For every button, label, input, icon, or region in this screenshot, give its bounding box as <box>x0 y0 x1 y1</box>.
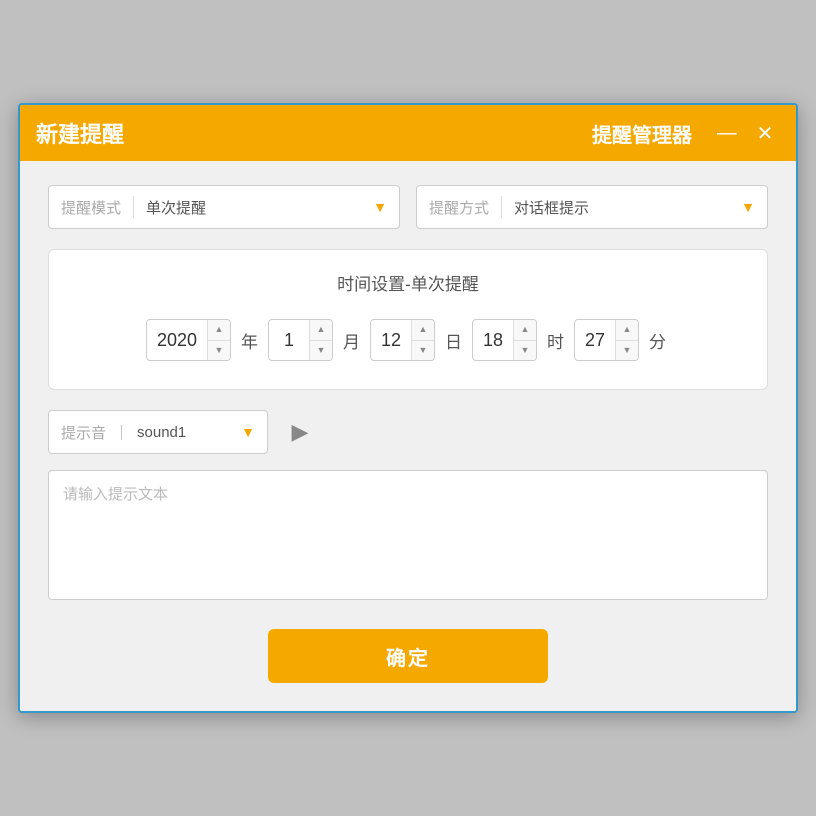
month-spinner[interactable]: 1 ▲ ▼ <box>268 319 333 361</box>
month-down-btn[interactable]: ▼ <box>310 341 332 362</box>
reminder-mode-value: 单次提醒 <box>146 197 365 218</box>
confirm-button[interactable]: 确定 <box>268 629 548 683</box>
minimize-button[interactable]: — <box>712 118 742 148</box>
app-name: 提醒管理器 <box>592 119 692 148</box>
month-value: 1 <box>269 330 309 351</box>
main-window: 新建提醒 提醒管理器 — ✕ 提醒模式 单次提醒 ▼ 提醒方式 对话框提示 ▼ <box>18 103 798 713</box>
new-reminder-title: 新建提醒 <box>36 117 124 149</box>
top-dropdowns-row: 提醒模式 单次提醒 ▼ 提醒方式 对话框提示 ▼ <box>48 185 768 229</box>
day-value: 12 <box>371 330 411 351</box>
year-unit: 年 <box>237 328 262 353</box>
sound-separator: ｜ <box>114 422 129 443</box>
hour-unit: 时 <box>543 328 568 353</box>
reminder-mode-dropdown[interactable]: 提醒模式 单次提醒 ▼ <box>48 185 400 229</box>
hour-down-btn[interactable]: ▼ <box>514 341 536 362</box>
minute-value: 27 <box>575 330 615 351</box>
time-section-title: 时间设置-单次提醒 <box>73 270 743 295</box>
dropdown-arrow-method: ▼ <box>741 199 755 215</box>
reminder-method-dropdown[interactable]: 提醒方式 对话框提示 ▼ <box>416 185 768 229</box>
close-button[interactable]: ✕ <box>750 118 780 148</box>
minute-up-btn[interactable]: ▲ <box>616 319 638 341</box>
minute-down-btn[interactable]: ▼ <box>616 341 638 362</box>
titlebar-controls: 提醒管理器 — ✕ <box>592 118 780 148</box>
year-down-btn[interactable]: ▼ <box>208 341 230 362</box>
year-value: 2020 <box>147 330 207 351</box>
dropdown-arrow-mode: ▼ <box>373 199 387 215</box>
reminder-method-label: 提醒方式 <box>429 197 489 218</box>
day-down-btn[interactable]: ▼ <box>412 341 434 362</box>
titlebar: 新建提醒 提醒管理器 — ✕ <box>20 105 796 161</box>
month-spinner-btns: ▲ ▼ <box>309 319 332 361</box>
minute-spinner[interactable]: 27 ▲ ▼ <box>574 319 639 361</box>
content-area: 提醒模式 单次提醒 ▼ 提醒方式 对话框提示 ▼ 时间设置-单次提醒 2020 <box>20 161 796 711</box>
hour-spinner[interactable]: 18 ▲ ▼ <box>472 319 537 361</box>
sound-row: 提示音 ｜ sound1 ▼ ▶ <box>48 410 768 454</box>
sound-dropdown[interactable]: 提示音 ｜ sound1 ▼ <box>48 410 268 454</box>
hour-up-btn[interactable]: ▲ <box>514 319 536 341</box>
dropdown-arrow-sound: ▼ <box>241 424 255 440</box>
dropdown-separator-2 <box>501 196 502 218</box>
reminder-text-input[interactable] <box>48 470 768 600</box>
reminder-mode-label: 提醒模式 <box>61 197 121 218</box>
reminder-method-value: 对话框提示 <box>514 197 733 218</box>
sound-label: 提示音 <box>61 422 106 443</box>
sound-value: sound1 <box>137 424 233 441</box>
hour-spinner-btns: ▲ ▼ <box>513 319 536 361</box>
year-spinner-btns: ▲ ▼ <box>207 319 230 361</box>
minute-spinner-btns: ▲ ▼ <box>615 319 638 361</box>
day-up-btn[interactable]: ▲ <box>412 319 434 341</box>
play-sound-button[interactable]: ▶ <box>280 412 320 452</box>
confirm-row: 确定 <box>48 629 768 683</box>
month-unit: 月 <box>339 328 364 353</box>
day-spinner[interactable]: 12 ▲ ▼ <box>370 319 435 361</box>
year-up-btn[interactable]: ▲ <box>208 319 230 341</box>
day-spinner-btns: ▲ ▼ <box>411 319 434 361</box>
hour-value: 18 <box>473 330 513 351</box>
time-row: 2020 ▲ ▼ 年 1 ▲ ▼ 月 <box>73 319 743 361</box>
month-up-btn[interactable]: ▲ <box>310 319 332 341</box>
minute-unit: 分 <box>645 328 670 353</box>
year-spinner[interactable]: 2020 ▲ ▼ <box>146 319 231 361</box>
time-section: 时间设置-单次提醒 2020 ▲ ▼ 年 1 ▲ ▼ <box>48 249 768 390</box>
day-unit: 日 <box>441 328 466 353</box>
dropdown-separator-1 <box>133 196 134 218</box>
